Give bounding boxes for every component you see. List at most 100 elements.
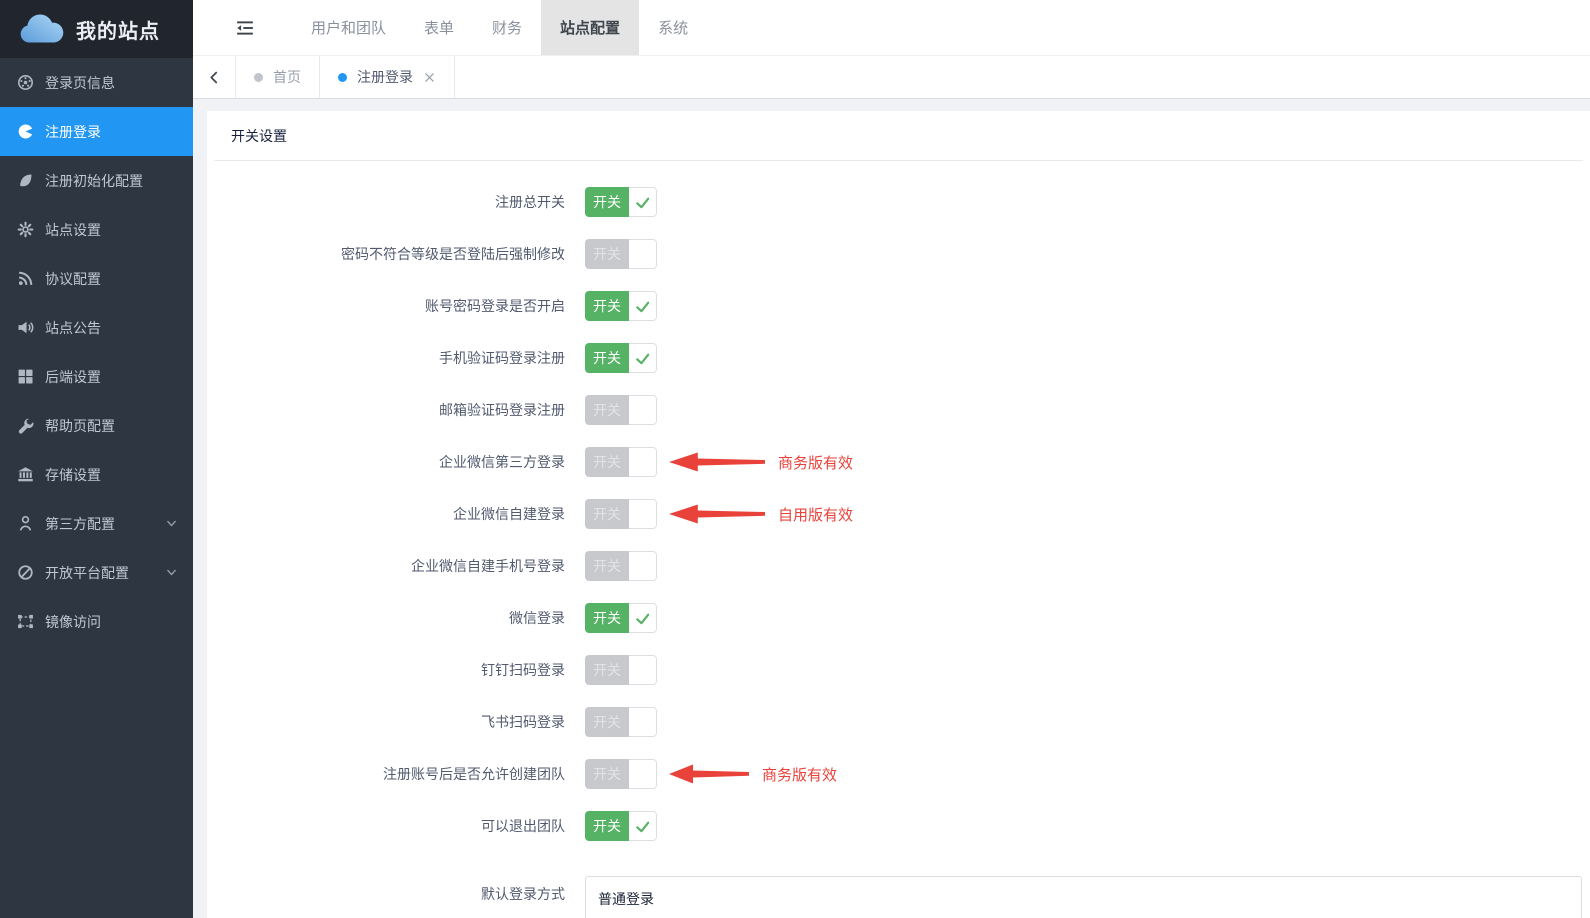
toggle-wecom-self-built-login[interactable]: 开关 bbox=[585, 499, 657, 529]
slash-circle-icon bbox=[17, 564, 34, 581]
sidebar-item-label: 帮助页配置 bbox=[45, 417, 115, 434]
default-login-method-select[interactable]: 普通登录 bbox=[585, 876, 1582, 918]
panel-title: 开关设置 bbox=[231, 128, 287, 144]
arrow-left-icon bbox=[669, 762, 749, 786]
sidebar-item-protocol-config[interactable]: 协议配置 bbox=[0, 254, 193, 303]
menu-fold-icon[interactable] bbox=[236, 19, 254, 37]
sidebar-item-label: 镜像访问 bbox=[45, 613, 101, 630]
toggle-wecom-third-party-login[interactable]: 开关 bbox=[585, 447, 657, 477]
form-label: 可以退出团队 bbox=[481, 818, 565, 834]
toggle-state-box bbox=[629, 551, 657, 581]
toggle-email-code-login[interactable]: 开关 bbox=[585, 395, 657, 425]
toggle-text: 开关 bbox=[585, 447, 629, 477]
toggle-text: 开关 bbox=[585, 343, 629, 373]
toggle-text: 开关 bbox=[585, 707, 629, 737]
arrow-left-icon bbox=[669, 502, 765, 526]
sidebar-item-label: 第三方配置 bbox=[45, 515, 115, 532]
tab-register-login[interactable]: 注册登录 bbox=[320, 56, 455, 98]
form-label: 企业微信第三方登录 bbox=[439, 454, 565, 470]
toggle-text: 开关 bbox=[585, 655, 629, 685]
form-row-allow-create-team: 注册账号后是否允许创建团队 开关 商务版有效 bbox=[207, 759, 1590, 789]
toggle-state-box bbox=[629, 343, 657, 373]
toggle-state-box bbox=[629, 395, 657, 425]
site-title: 我的站点 bbox=[76, 20, 160, 43]
form-label: 企业微信自建手机号登录 bbox=[411, 558, 565, 574]
toggle-account-password-login[interactable]: 开关 bbox=[585, 291, 657, 321]
sidebar-item-storage-settings[interactable]: 存储设置 bbox=[0, 450, 193, 499]
toggle-state-box bbox=[629, 655, 657, 685]
form-label: 微信登录 bbox=[509, 610, 565, 626]
form-label: 密码不符合等级是否登陆后强制修改 bbox=[341, 246, 565, 262]
toggle-feishu-scan-login[interactable]: 开关 bbox=[585, 707, 657, 737]
toggle-state-box bbox=[629, 707, 657, 737]
sidebar-item-label: 后端设置 bbox=[45, 368, 101, 385]
sidebar-item-label: 站点公告 bbox=[45, 319, 101, 336]
tab-home[interactable]: 首页 bbox=[236, 56, 320, 98]
sidebar-item-third-party-config[interactable]: 第三方配置 bbox=[0, 499, 193, 548]
tab-label: 注册登录 bbox=[357, 69, 413, 85]
object-group-icon bbox=[17, 613, 34, 630]
sidebar-item-label: 站点设置 bbox=[45, 221, 101, 238]
grid-icon bbox=[17, 368, 34, 385]
nav-item-site-config[interactable]: 站点配置 bbox=[541, 0, 640, 55]
form-row-feishu-scan-login: 飞书扫码登录 开关 bbox=[207, 707, 1590, 737]
toggle-register-master-switch[interactable]: 开关 bbox=[585, 187, 657, 217]
nav-item-finance[interactable]: 财务 bbox=[473, 0, 541, 55]
form-row-dingtalk-scan-login: 钉钉扫码登录 开关 bbox=[207, 655, 1590, 685]
toggle-wechat-login[interactable]: 开关 bbox=[585, 603, 657, 633]
bank-icon bbox=[17, 466, 34, 483]
rss-icon bbox=[17, 270, 34, 287]
sidebar-item-mirror-access[interactable]: 镜像访问 bbox=[0, 597, 193, 646]
logo: 我的站点 bbox=[0, 0, 193, 58]
toggle-allow-create-team[interactable]: 开关 bbox=[585, 759, 657, 789]
sidebar-item-backend-settings[interactable]: 后端设置 bbox=[0, 352, 193, 401]
tab-bar: 首页 注册登录 bbox=[193, 55, 1590, 99]
sidebar-item-open-platform-config[interactable]: 开放平台配置 bbox=[0, 548, 193, 597]
toggle-state-box bbox=[629, 603, 657, 633]
tabs-back-button[interactable] bbox=[193, 56, 236, 98]
nav-item-users-teams[interactable]: 用户和团队 bbox=[292, 0, 405, 55]
tab-dot bbox=[338, 72, 347, 82]
form-row-wecom-self-built-phone-login: 企业微信自建手机号登录 开关 bbox=[207, 551, 1590, 581]
form-row-email-code-login: 邮箱验证码登录注册 开关 bbox=[207, 395, 1590, 425]
football-icon bbox=[17, 74, 34, 91]
top-nav: 用户和团队 表单 财务 站点配置 系统 bbox=[193, 0, 1590, 55]
annotation-text: 商务版有效 bbox=[762, 766, 838, 784]
nav-item-forms[interactable]: 表单 bbox=[405, 0, 473, 55]
tab-label: 首页 bbox=[273, 69, 301, 85]
annotation: 商务版有效 bbox=[669, 762, 837, 786]
toggle-can-quit-team[interactable]: 开关 bbox=[585, 811, 657, 841]
chevron-left-icon bbox=[209, 71, 217, 83]
form-row-register-master-switch: 注册总开关 开关 bbox=[207, 187, 1590, 217]
toggle-text: 开关 bbox=[585, 499, 629, 529]
sidebar-item-site-settings[interactable]: 站点设置 bbox=[0, 205, 193, 254]
select-value: 普通登录 bbox=[598, 891, 654, 907]
toggle-password-force-change[interactable]: 开关 bbox=[585, 239, 657, 269]
toggle-state-box bbox=[629, 239, 657, 269]
toggle-phone-code-login[interactable]: 开关 bbox=[585, 343, 657, 373]
toggle-wecom-self-built-phone-login[interactable]: 开关 bbox=[585, 551, 657, 581]
toggle-dingtalk-scan-login[interactable]: 开关 bbox=[585, 655, 657, 685]
form-label: 注册总开关 bbox=[495, 194, 565, 210]
form-label: 邮箱验证码登录注册 bbox=[439, 402, 565, 418]
sidebar-item-help-page-config[interactable]: 帮助页配置 bbox=[0, 401, 193, 450]
toggle-text: 开关 bbox=[585, 759, 629, 789]
sidebar-item-register-init-config[interactable]: 注册初始化配置 bbox=[0, 156, 193, 205]
sidebar-item-login-page-info[interactable]: 登录页信息 bbox=[0, 58, 193, 107]
sidebar-item-register-login[interactable]: 注册登录 bbox=[0, 107, 193, 156]
nav-item-system[interactable]: 系统 bbox=[639, 0, 707, 55]
toggle-state-box bbox=[629, 759, 657, 789]
sidebar-item-label: 协议配置 bbox=[45, 270, 101, 287]
leaf-icon bbox=[17, 172, 34, 189]
annotation-text: 商务版有效 bbox=[778, 454, 854, 472]
form-label: 手机验证码登录注册 bbox=[439, 350, 565, 366]
sidebar-item-label: 登录页信息 bbox=[45, 74, 115, 91]
close-icon[interactable] bbox=[423, 71, 436, 84]
sidebar-item-label: 存储设置 bbox=[45, 466, 101, 483]
toggle-text: 开关 bbox=[585, 603, 629, 633]
sidebar-item-site-announcement[interactable]: 站点公告 bbox=[0, 303, 193, 352]
toggle-text: 开关 bbox=[585, 291, 629, 321]
chevron-down-icon bbox=[165, 566, 178, 579]
sidebar-item-label: 开放平台配置 bbox=[45, 564, 129, 581]
toggle-text: 开关 bbox=[585, 187, 629, 217]
